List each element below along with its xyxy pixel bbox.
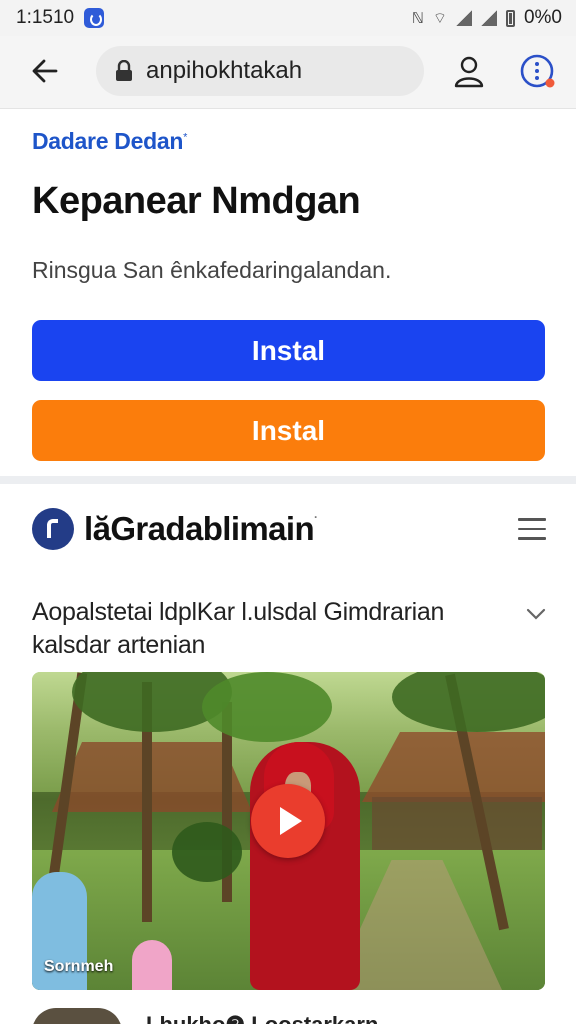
ad-subtext: Rinsgua San ênkafedaringalandan. (32, 257, 392, 283)
status-bar: 1:1510 ℕ ⌔ 0%0 (0, 0, 576, 36)
browser-toolbar: anpihokhtakah (0, 36, 576, 109)
signal-icon (455, 10, 472, 26)
status-bar-left: 1:1510 (16, 7, 105, 29)
hamburger-menu-icon[interactable] (518, 518, 546, 540)
messenger-icon (84, 8, 105, 28)
video-player[interactable]: Sornmeh (32, 672, 545, 990)
next-item-thumbnail (32, 1008, 122, 1024)
nfc-icon: ℕ (411, 10, 424, 27)
account-icon[interactable] (452, 54, 486, 88)
wifi-icon: ⌔ (432, 9, 447, 27)
article-title[interactable]: Aopalstetai ldplKar l.ulsdal Gimdrarian … (32, 596, 502, 662)
battery-text: 0%0 (523, 7, 562, 28)
menu-dots-icon[interactable] (519, 53, 555, 89)
site-name-text: lăGradablimain (84, 510, 315, 547)
status-bar-right: ℕ ⌔ 0%0 (412, 7, 562, 29)
ad-brand-mark: * (183, 131, 188, 144)
next-list-item[interactable]: Lhukho❷ Loostarkarn (0, 1000, 576, 1024)
install-button-primary[interactable]: Instal (32, 320, 545, 381)
address-bar[interactable]: anpihokhtakah (96, 46, 424, 96)
site-header: lăGradablimain· (0, 484, 576, 576)
notification-dot (545, 78, 555, 88)
video-bush (172, 822, 242, 882)
signal-icon-2 (480, 10, 497, 26)
chevron-down-icon[interactable] (526, 604, 546, 624)
video-house (372, 797, 542, 857)
battery-icon (505, 9, 515, 27)
site-logo-icon[interactable] (32, 508, 74, 550)
video-label: Sornmeh (44, 958, 114, 975)
install-button-secondary[interactable]: Instal (32, 400, 545, 461)
play-button-icon[interactable] (251, 784, 325, 858)
ad-headline: Kepanear Nmdgan (32, 180, 361, 222)
lock-icon (116, 60, 132, 81)
url-text: anpihokhtakah (146, 57, 303, 84)
next-item-title: Lhukho❷ Loostarkarn (146, 1012, 378, 1024)
site-name[interactable]: lăGradablimain· (84, 510, 318, 548)
site-name-mark: · (314, 510, 318, 524)
section-divider (0, 476, 576, 484)
status-time: 1:1510 (16, 7, 75, 28)
ad-brand: Dadare Dedan* (32, 128, 187, 155)
video-foliage-2 (202, 672, 332, 742)
ad-brand-text: Dadare Dedan (32, 128, 184, 154)
back-arrow-icon[interactable] (30, 56, 60, 86)
video-child-pink (132, 940, 172, 990)
